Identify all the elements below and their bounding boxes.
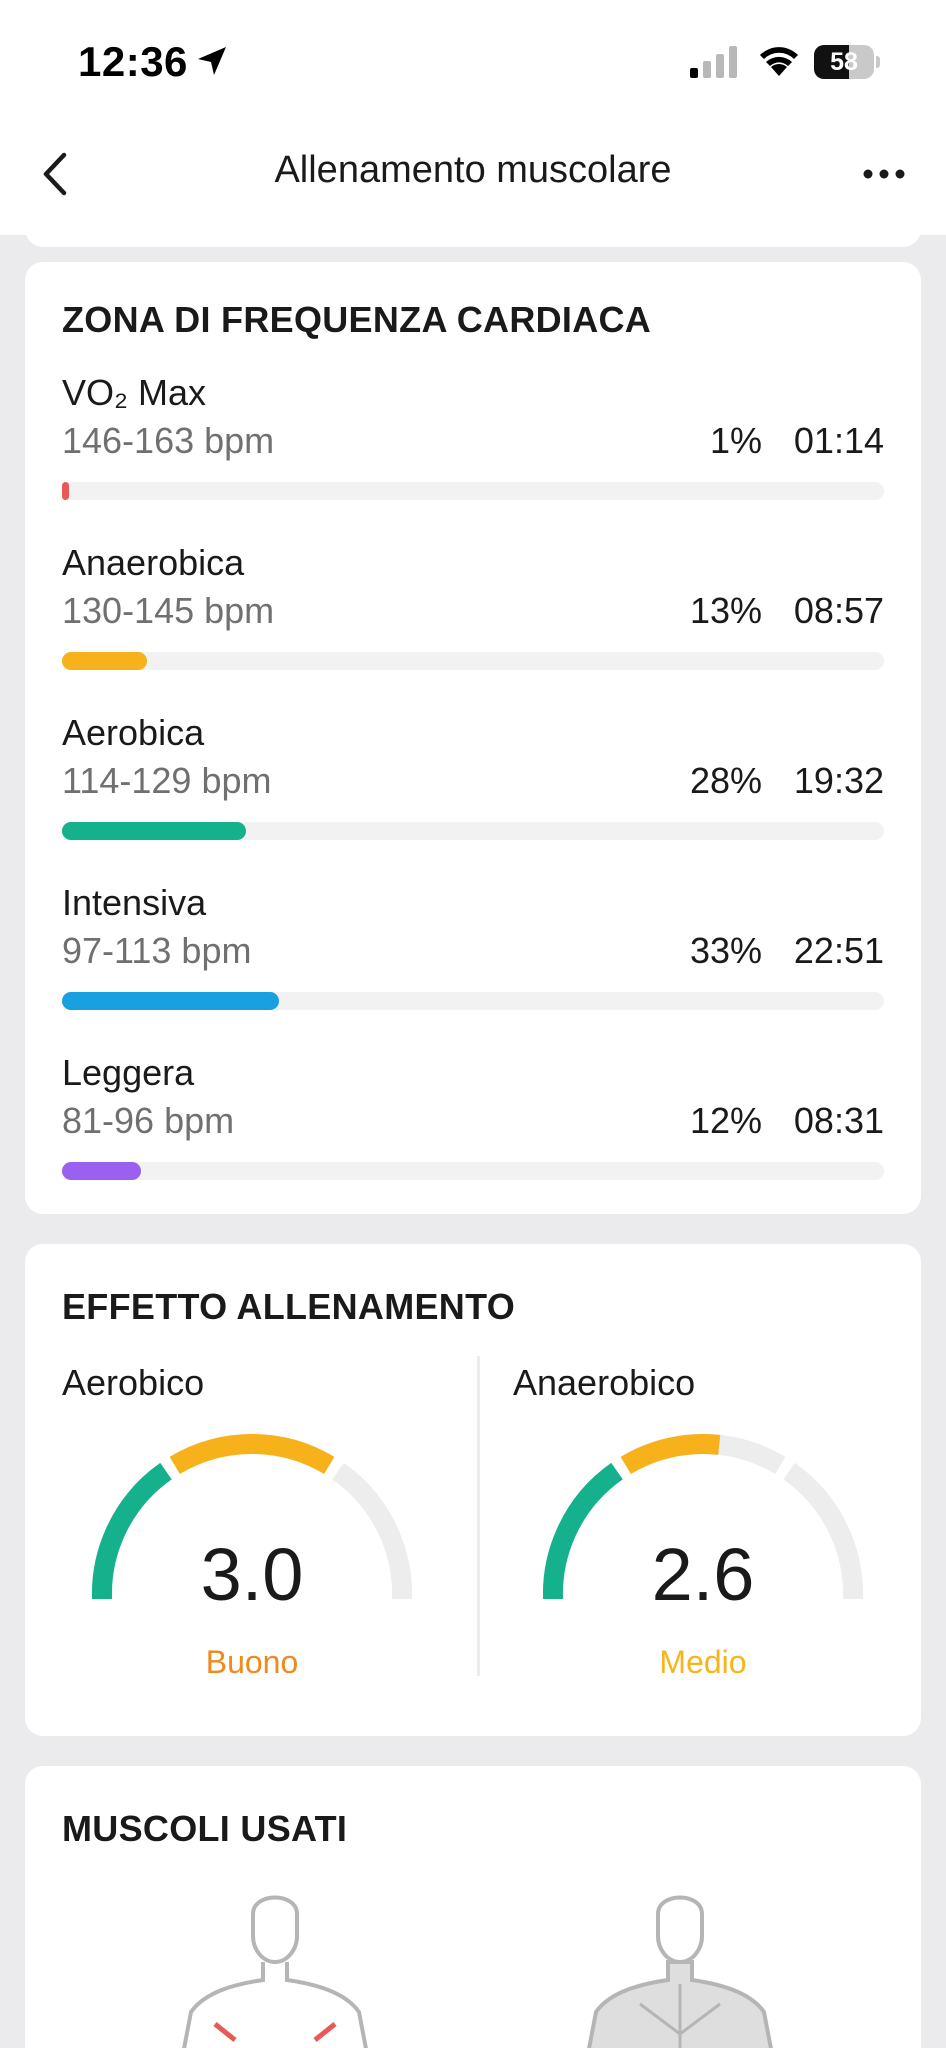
zone-range: 130-145 bpm	[62, 590, 275, 631]
zone-range: 114-129 bpm	[62, 760, 272, 801]
heart-rate-zone-title: ZONA DI FREQUENZA CARDIACA	[62, 299, 652, 340]
gauge-divider	[477, 1356, 480, 1676]
zone-percent: 12%	[689, 1100, 762, 1141]
zone-time: 19:32	[793, 760, 884, 801]
body-front-figure	[182, 1895, 368, 2048]
zone-name: VO₂ Max	[62, 372, 206, 413]
navigation-bar: Allenamento muscolare	[0, 125, 946, 235]
gauge-segment	[620, 1434, 721, 1475]
zone-name: Aerobica	[62, 712, 205, 753]
zone-range: 81-96 bpm	[62, 1100, 235, 1141]
zone-range: 97-113 bpm	[62, 930, 252, 971]
muscles-used-card: MUSCOLI USATI	[25, 1766, 921, 2048]
zone-bar-fill	[62, 1162, 141, 1180]
zone-name: Anaerobica	[62, 542, 245, 583]
anaerobic-effect: Anaerobico 2.6 Medio	[513, 1244, 933, 1704]
more-options-button[interactable]	[862, 167, 906, 181]
zone-time: 08:31	[793, 1100, 884, 1141]
anaerobic-value: 2.6	[651, 1533, 755, 1616]
aerobic-effect: Aerobico 3.0 Buono	[62, 1244, 482, 1704]
zone-range: 146-163 bpm	[62, 420, 275, 461]
muscles-used-title: MUSCOLI USATI	[62, 1808, 348, 1849]
heart-rate-zone-card: ZONA DI FREQUENZA CARDIACA VO₂ Max 146-1…	[25, 262, 921, 1214]
previous-card-edge	[25, 225, 921, 247]
zone-percent: 1%	[709, 420, 762, 461]
location-arrow-icon	[198, 47, 226, 75]
zone-percent: 33%	[689, 930, 762, 971]
zone-time: 22:51	[793, 930, 884, 971]
zone-bar-track	[62, 992, 884, 1010]
status-bar: 12:36 58	[0, 0, 946, 125]
zone-bar-track	[62, 652, 884, 670]
zone-time: 08:57	[793, 590, 884, 631]
aerobic-value: 3.0	[200, 1533, 304, 1616]
wifi-icon	[760, 47, 798, 76]
body-back-figure	[587, 1895, 773, 2048]
battery-indicator: 58	[814, 45, 880, 79]
page-title: Allenamento muscolare	[274, 149, 672, 191]
battery-level: 58	[830, 48, 858, 76]
zone-name: Leggera	[62, 1052, 195, 1093]
aerobic-rating: Buono	[205, 1644, 299, 1680]
zone-row-leggera: Leggera 81-96 bpm 12% 08:31	[62, 1052, 884, 1182]
anaerobic-rating: Medio	[659, 1644, 747, 1680]
zone-row-aerobica: Aerobica 114-129 bpm 28% 19:32	[62, 712, 884, 842]
zone-bar-fill	[62, 652, 148, 670]
zone-bar-track	[62, 482, 884, 500]
zone-row-intensiva: Intensiva 97-113 bpm 33% 22:51	[62, 882, 884, 1012]
zone-row-anaerobica: Anaerobica 130-145 bpm 13% 08:57	[62, 542, 884, 672]
zone-bar-track	[62, 822, 884, 840]
zone-bar-track	[62, 1162, 884, 1180]
zone-name: Intensiva	[62, 882, 207, 923]
aerobic-label: Aerobico	[62, 1362, 205, 1403]
zone-percent: 13%	[689, 590, 762, 631]
cellular-signal-icon	[690, 46, 737, 78]
anaerobic-label: Anaerobico	[513, 1362, 696, 1403]
zone-percent: 28%	[689, 760, 762, 801]
training-effect-card: EFFETTO ALLENAMENTO Aerobico 3.0 Buono A…	[25, 1244, 921, 1736]
zone-time: 01:14	[793, 420, 884, 461]
zone-bar-fill	[62, 482, 69, 500]
status-time: 12:36	[78, 38, 188, 85]
gauge-segment	[169, 1434, 335, 1475]
zone-bar-fill	[62, 822, 247, 840]
zone-row-vo2max: VO₂ Max 146-163 bpm 1% 01:14	[62, 372, 884, 502]
zone-bar-fill	[62, 992, 279, 1010]
